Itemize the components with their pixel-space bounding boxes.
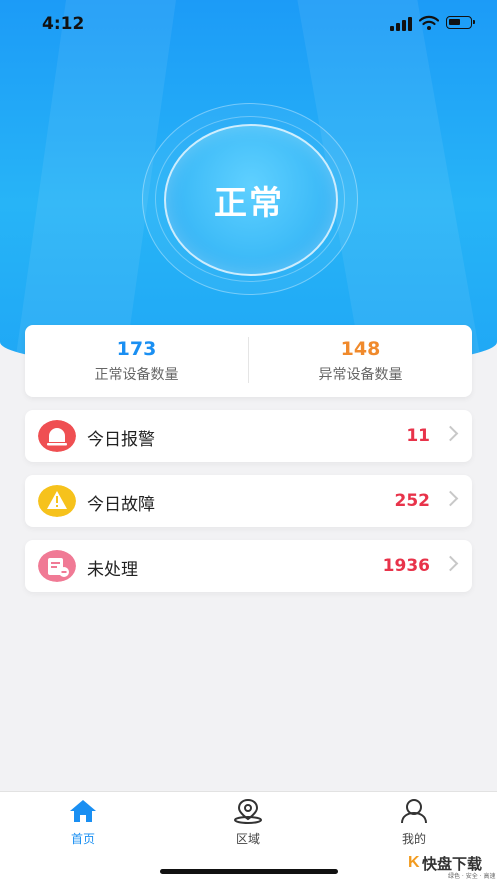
unprocessed-count: 1936	[382, 556, 430, 576]
chevron-right-icon	[442, 425, 459, 442]
pending-doc-icon	[38, 550, 76, 582]
cellular-signal-icon	[390, 17, 412, 31]
normal-devices-stat[interactable]: 173 正常设备数量	[25, 337, 248, 384]
unprocessed-row[interactable]: 未处理 1936	[25, 540, 472, 592]
status-time: 4:12	[42, 14, 85, 34]
home-indicator	[160, 869, 338, 874]
battery-icon	[446, 16, 475, 29]
watermark: K 快盘下载 绿色 · 安全 · 高速	[408, 852, 496, 880]
watermark-subtext: 绿色 · 安全 · 高速	[448, 873, 496, 880]
tab-home-label: 首页	[70, 832, 95, 846]
tab-region-label: 区域	[235, 832, 260, 846]
status-bar: 4:12	[0, 0, 497, 46]
home-icon	[70, 800, 96, 822]
watermark-logo: K	[408, 854, 420, 871]
normal-devices-label: 正常设备数量	[94, 367, 179, 383]
chevron-right-icon	[442, 490, 459, 507]
today-fault-count: 252	[394, 491, 431, 511]
unprocessed-label: 未处理	[87, 560, 138, 580]
chevron-right-icon	[442, 555, 459, 572]
today-fault-row[interactable]: 今日故障 252	[25, 475, 472, 527]
abnormal-devices-count: 148	[340, 338, 381, 360]
alarm-light-icon	[38, 420, 76, 452]
tab-region[interactable]: 区域	[208, 798, 288, 847]
today-alarm-label: 今日报警	[87, 430, 155, 450]
user-icon	[401, 799, 427, 824]
normal-devices-count: 173	[116, 338, 157, 360]
abnormal-devices-label: 异常设备数量	[318, 367, 403, 383]
today-alarm-row[interactable]: 今日报警 11	[25, 410, 472, 462]
tab-mine-label: 我的	[401, 832, 426, 846]
tab-mine[interactable]: 我的	[374, 798, 454, 847]
hero-banner: 正常	[0, 0, 497, 370]
location-icon	[234, 798, 262, 824]
abnormal-devices-stat[interactable]: 148 异常设备数量	[249, 337, 472, 384]
warning-icon	[38, 485, 76, 517]
today-alarm-count: 11	[406, 426, 430, 446]
status-label: 正常	[214, 183, 284, 222]
wifi-icon	[419, 15, 439, 30]
tab-home[interactable]: 首页	[43, 798, 123, 847]
device-stats-card: 173 正常设备数量 148 异常设备数量	[25, 325, 472, 397]
today-fault-label: 今日故障	[87, 495, 155, 515]
